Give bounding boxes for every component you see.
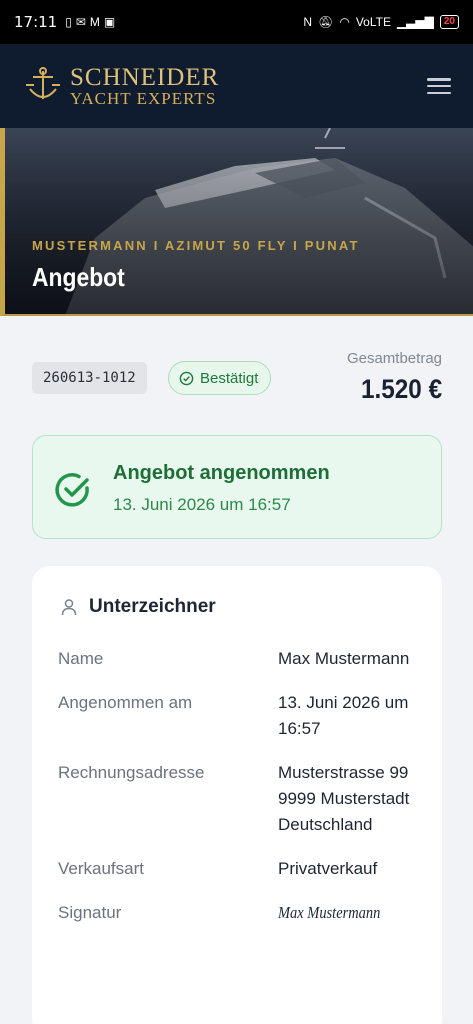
- signer-details: Name Max Mustermann Angenommen am 13. Ju…: [58, 646, 428, 944]
- detail-value: Privatverkauf: [278, 859, 378, 878]
- gmail-icon: M: [89, 15, 100, 29]
- nfc-icon: N: [303, 15, 313, 29]
- check-circle-icon: [55, 473, 89, 507]
- user-icon: [61, 599, 77, 616]
- acceptance-banner: Angebot angenommen 13. Juni 2026 um 16:5…: [32, 435, 442, 539]
- detail-row: Rechnungsadresse Musterstrasse 99 9999 M…: [58, 760, 428, 838]
- page-title: Angebot: [32, 262, 125, 292]
- detail-row: Verkaufsart Privatverkauf: [58, 856, 428, 882]
- sim-icon: ▯: [65, 15, 72, 29]
- total-label: Gesamtbetrag: [346, 350, 442, 367]
- detail-row: Angenommen am 13. Juni 2026 um 16:57: [58, 690, 428, 742]
- anchor-ship-icon: [26, 67, 60, 99]
- hero-banner: MUSTERMANN I AZIMUT 50 FLY I PUNAT Angeb…: [0, 128, 473, 316]
- status-label: Bestätigt: [200, 369, 259, 387]
- detail-label: Name: [58, 649, 104, 668]
- site-header: SCHNEIDER YACHT EXPERTS: [0, 44, 473, 128]
- detail-label: Angenommen am: [58, 693, 193, 712]
- menu-icon[interactable]: [427, 76, 451, 96]
- brand-line-2: YACHT EXPERTS: [70, 89, 217, 108]
- brand-logo[interactable]: SCHNEIDER YACHT EXPERTS: [22, 65, 219, 107]
- check-circle-icon: [179, 371, 194, 385]
- reference-chip: 260613-1012: [32, 362, 147, 394]
- signer-card: Unterzeichner Name Max Mustermann Angeno…: [32, 566, 442, 1024]
- detail-row: Name Max Mustermann: [58, 646, 428, 672]
- detail-value: Musterstrasse 99 9999 Musterstadt Deutsc…: [278, 763, 410, 834]
- hero-subtitle: MUSTERMANN I AZIMUT 50 FLY I PUNAT: [32, 238, 360, 253]
- detail-label: Verkaufsart: [58, 859, 144, 878]
- detail-label: Rechnungsadresse: [58, 763, 205, 782]
- acceptance-date: 13. Juni 2026 um 16:57: [113, 495, 291, 514]
- battery-icon: 20: [439, 15, 459, 29]
- detail-value: 13. Juni 2026 um 16:57: [278, 693, 409, 738]
- wifi-icon: ◠: [339, 15, 350, 29]
- image-icon: ▣: [103, 15, 116, 29]
- acceptance-title: Angebot angenommen: [113, 462, 330, 484]
- detail-row: Signatur Max Mustermann: [58, 900, 428, 926]
- brand-line-1: SCHNEIDER: [70, 64, 220, 91]
- network-label: VoLTE: [355, 15, 391, 29]
- total-value: 1.520 €: [360, 374, 442, 404]
- offer-meta: 260613-1012 Bestätigt Gesamtbetrag 1.520…: [32, 346, 442, 406]
- signal-icon: ▁▃▅▇: [396, 15, 434, 29]
- mail-icon: ✉: [75, 15, 86, 29]
- signature: Max Mustermann: [278, 903, 381, 922]
- detail-value: Max Mustermann: [278, 649, 410, 668]
- mute-icon: 🔕︎: [318, 15, 334, 29]
- status-bar: 17:11 ▯ ✉ M ▣ N 🔕︎ ◠ VoLTE ▁▃▅▇ 20: [0, 0, 473, 44]
- status-time: 17:11: [14, 13, 58, 31]
- detail-label: Signatur: [58, 903, 122, 922]
- status-badge: Bestätigt: [168, 361, 272, 395]
- signer-heading: Unterzeichner: [89, 596, 216, 617]
